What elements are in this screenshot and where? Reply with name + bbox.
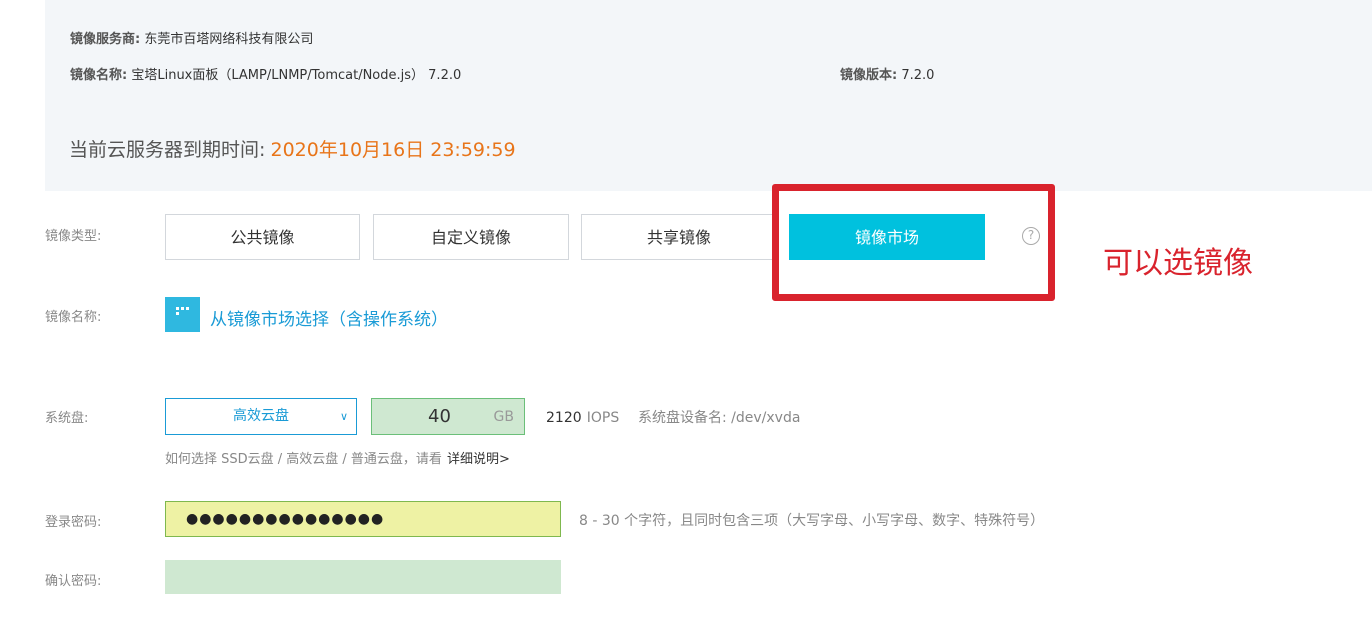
iops-unit: IOPS — [586, 410, 620, 426]
disk-type-value: 高效云盘 — [233, 408, 289, 424]
annotation-highlight-box — [772, 184, 1055, 301]
annotation-text: 可以选镜像 — [1103, 246, 1253, 281]
device-value: /dev/xvda — [731, 410, 801, 426]
provider-label: 镜像服务商: — [70, 32, 141, 47]
password-label: 登录密码: — [45, 515, 102, 530]
expire-value: 2020年10月16日 23:59:59 — [270, 139, 516, 161]
image-version-value: 7.2.0 — [901, 68, 935, 83]
tab-shared-image[interactable]: 共享镜像 — [581, 214, 777, 260]
expire-row: 当前云服务器到期时间: 2020年10月16日 23:59:59 — [69, 135, 516, 162]
confirm-password-input[interactable] — [165, 560, 561, 594]
image-name-value: 宝塔Linux面板（LAMP/LNMP/Tomcat/Node.js） 7.2.… — [131, 68, 462, 83]
disk-hint-row: 如何选择 SSD云盘 / 高效云盘 / 普通云盘，请看 详细说明> — [165, 448, 510, 467]
image-version-row: 镜像版本: 7.2.0 — [840, 64, 934, 83]
confirm-password-label: 确认密码: — [45, 574, 102, 589]
grid-apps-icon[interactable] — [165, 297, 200, 332]
disk-size-input[interactable]: 40 GB — [371, 398, 525, 435]
device-label: 系统盘设备名: — [638, 410, 727, 426]
image-name-form-label: 镜像名称: — [45, 310, 102, 325]
chevron-down-icon: ∨ — [339, 410, 348, 423]
image-name-row: 镜像名称: 宝塔Linux面板（LAMP/LNMP/Tomcat/Node.js… — [70, 64, 461, 83]
disk-hint-text: 如何选择 SSD云盘 / 高效云盘 / 普通云盘，请看 — [165, 452, 442, 467]
tab-public-image[interactable]: 公共镜像 — [165, 214, 360, 260]
image-name-label: 镜像名称: — [70, 68, 128, 83]
provider-row: 镜像服务商: 东莞市百塔网络科技有限公司 — [70, 28, 313, 47]
image-type-label: 镜像类型: — [45, 229, 102, 244]
disk-size-unit: GB — [493, 409, 514, 425]
select-from-market-link[interactable]: 从镜像市场选择（含操作系统） — [210, 305, 448, 330]
password-input[interactable]: ●●●●●●●●●●●●●●● — [165, 501, 561, 537]
provider-value: 东莞市百塔网络科技有限公司 — [144, 32, 314, 47]
device-info: 系统盘设备名: /dev/xvda — [638, 407, 800, 427]
disk-type-select[interactable]: 高效云盘 ∨ — [165, 398, 357, 435]
expire-label: 当前云服务器到期时间: — [69, 139, 266, 161]
system-disk-label: 系统盘: — [45, 411, 89, 426]
image-version-label: 镜像版本: — [840, 68, 898, 83]
iops-info: 2120 IOPS — [546, 407, 619, 426]
iops-value: 2120 — [546, 410, 582, 426]
disk-detail-link[interactable]: 详细说明> — [447, 452, 510, 467]
tab-custom-image[interactable]: 自定义镜像 — [373, 214, 569, 260]
disk-size-value: 40 — [428, 406, 451, 427]
password-hint: 8 - 30 个字符，且同时包含三项（大写字母、小写字母、数字、特殊符号） — [579, 513, 1045, 529]
